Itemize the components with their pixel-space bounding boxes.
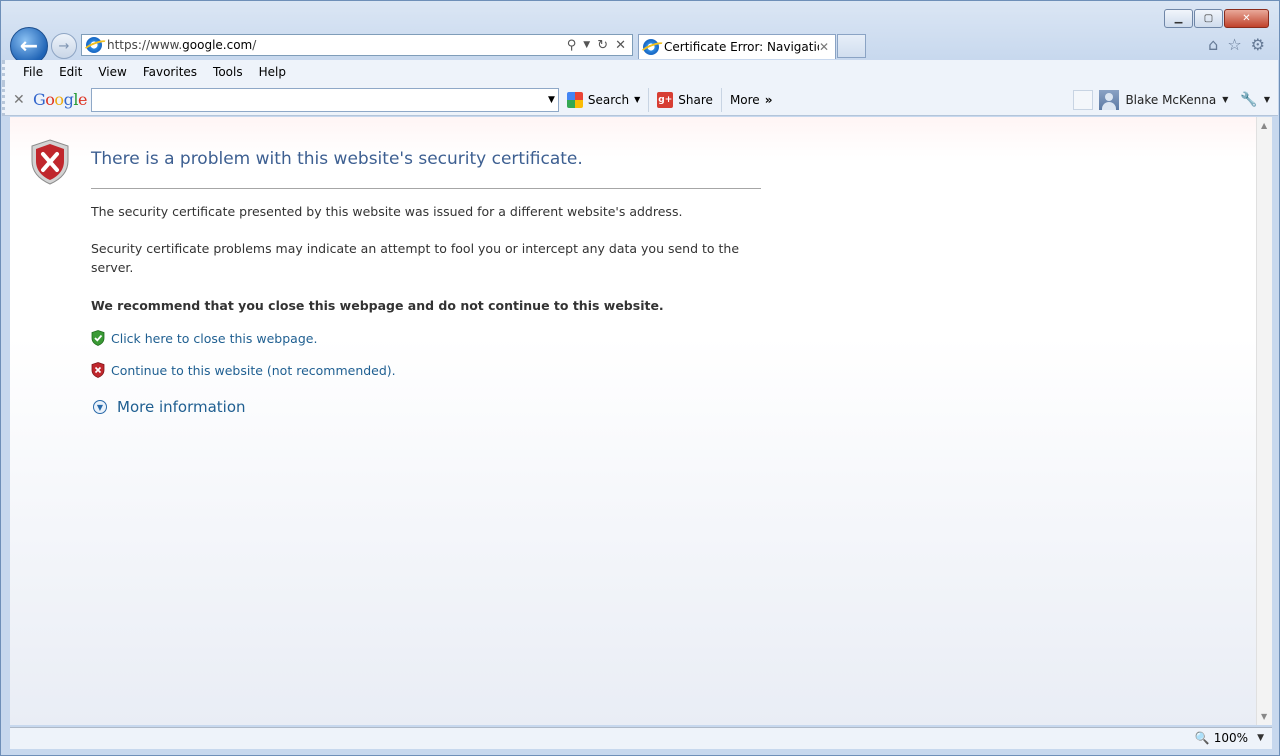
- close-window-button[interactable]: ✕: [1224, 9, 1269, 28]
- error-warning: Security certificate problems may indica…: [91, 241, 740, 275]
- google-plus-icon: g+: [657, 91, 674, 108]
- zoom-control[interactable]: 🔍 100%: [1195, 731, 1248, 745]
- chevron-down-icon: ▼: [93, 400, 107, 414]
- maximize-button[interactable]: ▢: [1194, 9, 1223, 28]
- green-shield-icon: [91, 330, 105, 346]
- share-label: Share: [678, 92, 713, 107]
- page-title: There is a problem with this website's s…: [91, 149, 583, 169]
- forward-button[interactable]: →: [51, 33, 77, 59]
- home-icon[interactable]: ⌂: [1208, 35, 1218, 54]
- menu-edit[interactable]: Edit: [59, 65, 82, 79]
- search-icon[interactable]: ⚲: [567, 38, 577, 53]
- google-search-icon: [566, 91, 583, 108]
- close-webpage-label[interactable]: Click here to close this webpage.: [111, 331, 317, 346]
- dropdown-arrow-icon[interactable]: ▼: [1257, 733, 1264, 743]
- settings-gear-icon[interactable]: ⚙: [1251, 35, 1265, 54]
- continue-website-label[interactable]: Continue to this website (not recommende…: [111, 363, 396, 378]
- close-webpage-link[interactable]: Click here to close this webpage.: [91, 330, 317, 346]
- continue-website-link[interactable]: Continue to this website (not recommende…: [91, 362, 396, 378]
- google-logo: Google: [33, 90, 87, 109]
- zoom-icon: 🔍: [1194, 731, 1210, 745]
- ie-logo-icon: [643, 39, 659, 55]
- stop-icon[interactable]: ✕: [615, 38, 626, 53]
- vertical-scrollbar[interactable]: ▲ ▼: [1256, 117, 1272, 725]
- user-name[interactable]: Blake McKenna: [1125, 93, 1216, 107]
- share-button[interactable]: g+ Share: [649, 87, 722, 112]
- google-search-button[interactable]: Search ▼: [559, 87, 650, 112]
- more-label: More: [729, 92, 760, 107]
- browser-right-icons: ⌂ ☆ ⚙: [1208, 35, 1265, 54]
- dropdown-arrow-icon[interactable]: ▼: [583, 40, 590, 53]
- page-content: There is a problem with this website's s…: [10, 117, 1256, 725]
- forward-arrow-icon: →: [58, 38, 70, 54]
- toolbar-close-icon[interactable]: ✕: [13, 92, 29, 108]
- zoom-level: 100%: [1213, 731, 1248, 745]
- google-toolbar: ✕ Google ▼ Search ▼ g+ Share More » Blak…: [2, 84, 1278, 116]
- window-controls: ▁ ▢ ✕: [1164, 9, 1269, 28]
- more-information-label[interactable]: More information: [117, 398, 246, 416]
- tab-close-icon[interactable]: ✕: [819, 40, 829, 54]
- divider: [91, 188, 761, 189]
- favorites-star-icon[interactable]: ☆: [1227, 35, 1241, 54]
- menu-view[interactable]: View: [98, 65, 126, 79]
- minimize-button[interactable]: ▁: [1164, 9, 1193, 28]
- menu-favorites[interactable]: Favorites: [143, 65, 197, 79]
- search-label: Search: [587, 92, 630, 107]
- error-description: The security certificate presented by th…: [91, 204, 683, 219]
- menu-bar: File Edit View Favorites Tools Help: [2, 60, 1278, 84]
- blank-button[interactable]: [1073, 89, 1094, 110]
- ie-logo-icon: [86, 37, 102, 53]
- menu-file[interactable]: File: [23, 65, 43, 79]
- new-tab-button[interactable]: [837, 34, 866, 58]
- more-button[interactable]: More »: [722, 88, 781, 112]
- scroll-up-icon[interactable]: ▲: [1261, 121, 1267, 130]
- menu-help[interactable]: Help: [259, 65, 286, 79]
- dropdown-arrow-icon[interactable]: ▼: [548, 95, 555, 105]
- dropdown-arrow-icon[interactable]: ▼: [634, 95, 640, 104]
- address-text[interactable]: https://www.google.com/: [107, 38, 567, 52]
- tab-title: Certificate Error: Navigatio...: [664, 40, 819, 54]
- wrench-icon[interactable]: 🔧: [1240, 92, 1257, 108]
- status-bar: 🔍 100% ▼: [10, 727, 1272, 749]
- double-chevron-icon: »: [764, 92, 773, 107]
- error-shield-icon: [31, 139, 69, 185]
- more-information-toggle[interactable]: ▼ More information: [93, 398, 246, 416]
- address-bar[interactable]: https://www.google.com/ ⚲ ▼ ↻ ✕: [81, 34, 633, 56]
- menu-tools[interactable]: Tools: [213, 65, 243, 79]
- tab-certificate-error[interactable]: Certificate Error: Navigatio... ✕: [638, 34, 836, 59]
- back-arrow-icon: ←: [19, 33, 39, 59]
- recommendation-text: We recommend that you close this webpage…: [91, 298, 664, 313]
- dropdown-arrow-icon[interactable]: ▼: [1264, 95, 1270, 104]
- red-shield-icon: [91, 362, 105, 378]
- browser-window: ▁ ▢ ✕ ← → https://www.google.com/ ⚲ ▼ ↻ …: [0, 0, 1280, 756]
- refresh-icon[interactable]: ↻: [597, 38, 608, 53]
- google-search-input[interactable]: ▼: [90, 87, 559, 112]
- address-tools: ⚲ ▼ ↻ ✕: [567, 38, 626, 53]
- scroll-down-icon[interactable]: ▼: [1261, 712, 1267, 721]
- dropdown-arrow-icon[interactable]: ▼: [1222, 95, 1228, 104]
- avatar[interactable]: [1099, 89, 1120, 110]
- account-area: Blake McKenna ▼ 🔧 ▼: [1073, 89, 1278, 110]
